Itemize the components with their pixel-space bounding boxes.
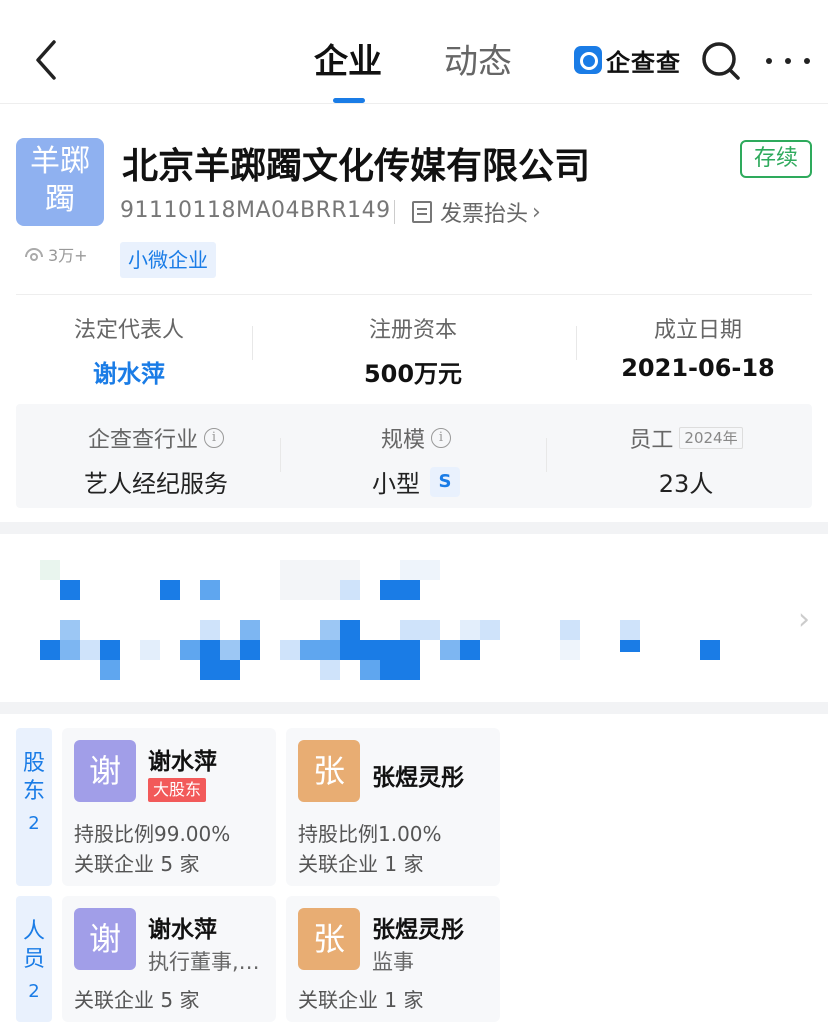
staff-name[interactable]: 张煜灵彤 xyxy=(372,910,464,944)
staff-count-value: 23人 xyxy=(658,470,714,498)
more-dot-icon xyxy=(785,58,791,64)
company-tag[interactable]: 小微企业 xyxy=(120,242,216,278)
chevron-right-icon[interactable]: › xyxy=(798,602,810,637)
shareholding-ratio: 持股比例1.00% xyxy=(298,822,442,846)
more-options-button[interactable] xyxy=(766,46,810,76)
company-logo: 羊踯 躅 xyxy=(16,138,104,226)
shareholders-tab-char: 东 xyxy=(22,779,45,804)
staff-card[interactable]: 张 张煜灵彤 监事 关联企业 1 家 xyxy=(286,896,500,1022)
avatar: 张 xyxy=(298,908,360,970)
search-button[interactable] xyxy=(700,40,742,82)
status-badge: 存续 xyxy=(740,140,812,178)
company-logo-text: 躅 xyxy=(45,182,75,217)
invoice-icon xyxy=(412,201,432,223)
chevron-right-icon: › xyxy=(532,199,541,225)
staff-card[interactable]: 谢 谢水萍 执行董事,… 关联企业 5 家 xyxy=(62,896,276,1022)
scale-label: 规模 xyxy=(380,428,425,453)
scale-value: 小型 xyxy=(372,470,420,498)
divider xyxy=(394,200,395,224)
avatar: 谢 xyxy=(74,908,136,970)
major-shareholder-badge: 大股东 xyxy=(148,778,207,802)
brand-name: 企查查 xyxy=(606,48,681,77)
tab-staff[interactable]: 人 员 2 xyxy=(16,896,52,1022)
establish-date-value: 2021-06-18 xyxy=(621,354,775,382)
shareholding-ratio: 持股比例99.00% xyxy=(74,822,231,846)
tab-shareholders[interactable]: 股 东 2 xyxy=(16,728,52,886)
shareholders-tab-char: 股 xyxy=(22,751,45,776)
establish-date-label: 成立日期 xyxy=(653,318,742,343)
company-logo-text: 羊踯 xyxy=(30,144,90,179)
registered-capital-value: 500万元 xyxy=(363,360,463,388)
staff-tab-char: 人 xyxy=(22,919,45,944)
staff-tab-char: 员 xyxy=(22,947,45,972)
more-dot-icon xyxy=(766,58,772,64)
view-count: 3万+ xyxy=(24,242,88,266)
staff-role: 执行董事,… xyxy=(148,950,260,974)
active-tab-indicator xyxy=(333,98,365,103)
establish-date: 成立日期 2021-06-18 xyxy=(608,312,788,382)
avatar: 谢 xyxy=(74,740,136,802)
scale-badge: S xyxy=(430,466,460,497)
shareholder-card[interactable]: 张 张煜灵彤 持股比例1.00% 关联企业 1 家 xyxy=(286,728,500,886)
divider xyxy=(280,438,281,472)
staff-name[interactable]: 谢水萍 xyxy=(148,910,217,944)
brand-logo: 企查查 xyxy=(574,44,681,77)
registered-capital: 注册资本 500万元 xyxy=(330,312,496,389)
tab-company[interactable]: 企业 xyxy=(314,40,382,84)
more-dot-icon xyxy=(804,58,810,64)
divider xyxy=(252,326,253,360)
industry-cell[interactable]: 企查查行业 i 艺人经纪服务 xyxy=(46,422,266,499)
shareholder-name[interactable]: 谢水萍 xyxy=(148,742,217,776)
invoice-header-link[interactable]: 发票抬头 › xyxy=(412,196,541,228)
qichacha-logo-icon xyxy=(574,46,602,74)
staff-count-cell[interactable]: 员工 2024年 23人 xyxy=(596,422,776,499)
chevron-left-icon xyxy=(36,40,56,80)
legal-representative[interactable]: 法定代表人 谢水萍 xyxy=(46,312,212,389)
info-icon[interactable]: i xyxy=(431,428,451,448)
section-separator xyxy=(0,702,828,714)
divider xyxy=(576,326,577,360)
staff-count-label: 员工 xyxy=(629,428,674,453)
legal-representative-value[interactable]: 谢水萍 xyxy=(46,354,212,389)
industry-value: 艺人经纪服务 xyxy=(84,470,228,498)
shareholders-count: 2 xyxy=(28,813,40,834)
related-companies[interactable]: 关联企业 5 家 xyxy=(74,848,199,877)
company-name: 北京羊踯躅文化传媒有限公司 xyxy=(122,146,591,187)
detail-info-panel: 企查查行业 i 艺人经纪服务 规模 i 小型 S 员工 2024年 23人 xyxy=(16,404,812,508)
view-count-text: 3万+ xyxy=(48,246,88,265)
section-separator xyxy=(0,522,828,534)
top-nav-bar: 企业 动态 企查查 xyxy=(0,0,828,104)
shareholder-card[interactable]: 谢 谢水萍 大股东 持股比例99.00% 关联企业 5 家 xyxy=(62,728,276,886)
views-icon xyxy=(25,248,43,261)
related-companies[interactable]: 关联企业 5 家 xyxy=(74,984,199,1013)
back-button[interactable] xyxy=(28,38,68,82)
staff-count: 2 xyxy=(28,981,40,1002)
registered-capital-label: 注册资本 xyxy=(368,318,457,343)
related-companies[interactable]: 关联企业 1 家 xyxy=(298,848,423,877)
avatar: 张 xyxy=(298,740,360,802)
search-icon xyxy=(702,42,740,80)
divider xyxy=(16,294,812,295)
info-icon[interactable]: i xyxy=(204,428,224,448)
invoice-label: 发票抬头 xyxy=(440,202,529,227)
pixelated-content-area[interactable] xyxy=(0,536,828,702)
divider xyxy=(546,438,547,472)
tab-news[interactable]: 动态 xyxy=(444,40,512,84)
industry-label: 企查查行业 xyxy=(87,428,198,453)
shareholder-name[interactable]: 张煜灵彤 xyxy=(372,758,464,792)
scale-cell[interactable]: 规模 i 小型 S xyxy=(336,422,496,499)
credit-code[interactable]: 91110118MA04BRR149 xyxy=(120,198,391,223)
related-companies[interactable]: 关联企业 1 家 xyxy=(298,984,423,1013)
staff-year-tag: 2024年 xyxy=(679,427,743,449)
staff-role: 监事 xyxy=(372,950,414,974)
legal-representative-label: 法定代表人 xyxy=(73,318,184,343)
